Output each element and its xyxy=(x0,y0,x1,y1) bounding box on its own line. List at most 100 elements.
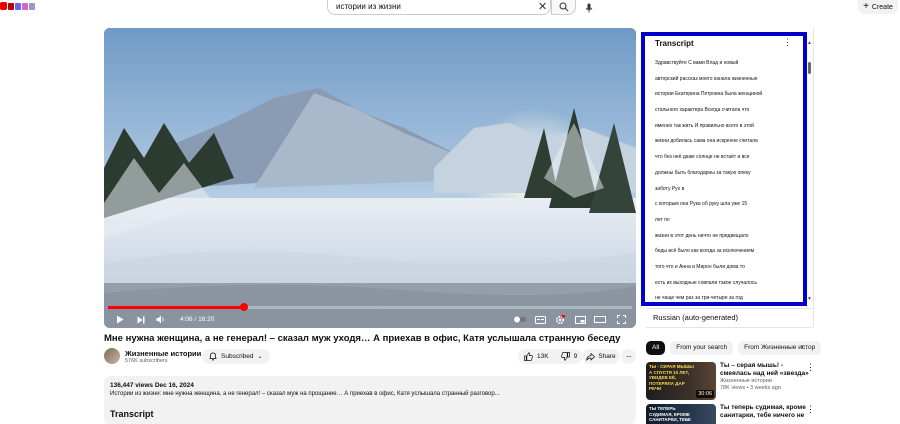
subtitles-icon xyxy=(534,315,546,324)
channel-row: Жизненные истории 576K subscribers Subsc… xyxy=(104,348,636,366)
chip-all[interactable]: All xyxy=(646,341,666,355)
chevron-down-icon: ⌄ xyxy=(257,354,263,360)
bell-icon xyxy=(209,352,217,361)
create-button[interactable]: + Create xyxy=(858,0,898,14)
logo-mark xyxy=(29,2,35,10)
transcript-scrollbar[interactable]: ▲ ▼ xyxy=(807,40,812,302)
settings-button[interactable] xyxy=(550,311,570,328)
video-player[interactable]: 4:06 / 16:20 xyxy=(104,28,636,328)
scrollbar-thumb[interactable] xyxy=(808,62,811,74)
avatar[interactable] xyxy=(104,348,120,364)
transcript-line[interactable]: того что и Анна и Мирон были дома то xyxy=(655,262,795,278)
transcript-line[interactable]: жизни в этот день ничто не предвещало xyxy=(655,231,795,247)
transcript-line[interactable]: должны быть благодарны за такую опеку xyxy=(655,168,795,184)
logo-mark xyxy=(8,2,14,10)
like-dislike-group: 13K 9 xyxy=(518,349,582,364)
recommendation-item[interactable]: Ты теперь судимая, кроме санитарки, тебе… xyxy=(646,404,816,424)
miniplayer-button[interactable] xyxy=(570,311,590,328)
fullscreen-icon xyxy=(616,315,626,324)
video-thumbnail[interactable]: Ты - серая мышь! А спустя 10 лет, увидев… xyxy=(646,362,716,400)
transcript-line[interactable]: Здравствуйте С вами Влад и новый xyxy=(655,58,795,74)
thumbnail-caption: Ты - серая мышь! А спустя 10 лет, увидев… xyxy=(649,364,695,391)
video-thumbnail[interactable]: Ты теперь судимая, кроме санитарки, тебе xyxy=(646,404,716,424)
share-icon xyxy=(586,352,596,361)
fullscreen-button[interactable] xyxy=(610,311,632,328)
duration-badge: 30:06 xyxy=(696,390,714,398)
progress-bar[interactable] xyxy=(108,303,632,311)
voice-search-button[interactable] xyxy=(580,0,597,15)
gear-icon xyxy=(555,314,565,324)
close-icon[interactable]: ✕ xyxy=(538,1,547,13)
more-actions-button[interactable]: ··· xyxy=(621,349,636,364)
play-icon xyxy=(117,315,124,324)
transcript-line[interactable]: не чаще чем раз за три-четыре за год xyxy=(655,293,795,309)
subscribed-label: Subscribed xyxy=(221,353,254,360)
create-label: Create xyxy=(871,3,893,11)
transcript-line[interactable]: беды всё было как всегда за исключением xyxy=(655,246,795,262)
dislike-button[interactable]: 9 xyxy=(555,349,584,364)
play-button[interactable] xyxy=(108,311,132,328)
recommendation-title[interactable]: Ты – серая мышь! - смеялась над ней «зве… xyxy=(720,362,810,378)
transcript-line[interactable]: именно так жить И правильно всего в этой xyxy=(655,121,795,137)
chip-from-search[interactable]: From your search xyxy=(670,341,734,355)
recommendation-meta: 78K views • 3 weeks ago xyxy=(720,385,781,391)
player-controls: 4:06 / 16:20 xyxy=(104,311,636,328)
thumbnail-caption: Ты теперь судимая, кроме санитарки, тебе xyxy=(649,406,692,422)
transcript-line[interactable]: стального характера Всегда считала что xyxy=(655,105,795,121)
scroll-down-icon[interactable]: ▼ xyxy=(807,296,812,302)
time-display: 4:06 / 16:20 xyxy=(180,316,215,323)
more-vertical-icon[interactable]: ⋮ xyxy=(783,37,792,48)
search-icon xyxy=(559,2,568,12)
recommendation-info: Ты теперь судимая, кроме санитарки, тебе… xyxy=(720,404,810,420)
transcript-line[interactable]: истории Екатерина Петровна была женщиной xyxy=(655,89,795,105)
recommendation-channel[interactable]: Жизненные истории xyxy=(720,378,810,385)
channel-name[interactable]: Жизненные истории xyxy=(125,349,201,358)
transcript-line[interactable]: лет по xyxy=(655,215,795,231)
theater-icon xyxy=(594,316,606,323)
more-vertical-icon[interactable]: ⋮ xyxy=(806,404,815,415)
video-title: Мне нужна женщина, а не генерал! – сказа… xyxy=(104,333,621,344)
toggle-icon xyxy=(513,316,527,323)
description-box[interactable]: 136,447 views Dec 16, 2024 Истории из жи… xyxy=(104,376,636,424)
logo-play-icon xyxy=(0,2,7,10)
transcript-lines: Здравствуйте С вами Влад и новый авторски… xyxy=(655,58,795,309)
filter-chips: All From your search From Жизненные исто… xyxy=(646,341,822,355)
search-input[interactable]: истории из жизни xyxy=(327,0,551,15)
subscriber-count: 576K subscribers xyxy=(125,358,168,364)
subscribed-button[interactable]: Subscribed ⌄ xyxy=(202,349,270,364)
share-label: Share xyxy=(598,353,616,360)
transcript-panel: Transcript ⋮ Здравствуйте С вами Влад и … xyxy=(641,32,807,306)
search-button[interactable] xyxy=(551,0,576,15)
transcript-title: Transcript xyxy=(655,39,694,48)
transcript-line[interactable]: с которым она Рука об руку шла уже 15 xyxy=(655,199,795,215)
more-vertical-icon[interactable]: ⋮ xyxy=(806,362,815,373)
mute-button[interactable] xyxy=(150,311,172,328)
youtube-logo[interactable] xyxy=(0,1,40,11)
transcript-line[interactable]: есть их выходные совпали такое случалось xyxy=(655,278,795,294)
like-button[interactable]: 13K xyxy=(518,349,555,364)
logo-mark xyxy=(22,2,28,10)
dislike-count: 9 xyxy=(573,353,578,360)
scroll-up-icon[interactable]: ▲ xyxy=(807,40,812,46)
chip-from-channel[interactable]: From Жизненные истор xyxy=(738,341,822,355)
recommendation-title[interactable]: Ты теперь судимая, кроме санитарки, тебе… xyxy=(720,404,810,420)
next-button[interactable] xyxy=(132,311,150,328)
description-transcript-heading: Transcript xyxy=(110,409,154,419)
subtitles-button[interactable] xyxy=(530,311,550,328)
panel-border xyxy=(813,28,814,328)
plus-icon: + xyxy=(863,1,869,12)
transcript-line[interactable]: авторский рассказ моего канала жизненные xyxy=(655,74,795,90)
transcript-line[interactable]: что без неё даже солнце не встаёт и все xyxy=(655,152,795,168)
video-frame xyxy=(104,28,636,328)
miniplayer-icon xyxy=(574,315,586,324)
transcript-language-selector[interactable]: Russian (auto-generated) xyxy=(646,308,812,328)
theater-button[interactable] xyxy=(590,311,610,328)
recommendation-item[interactable]: Ты - серая мышь! А спустя 10 лет, увидев… xyxy=(646,362,816,400)
description-text: Истории из жизни: мне нужна женщина, а н… xyxy=(110,391,500,397)
transcript-line[interactable]: жизни добилась сама она искренне считала xyxy=(655,136,795,152)
autoplay-toggle[interactable] xyxy=(510,311,530,328)
recommendation-info: Ты – серая мышь! - смеялась над ней «зве… xyxy=(720,362,810,392)
chevron-right-icon[interactable]: › xyxy=(801,342,804,351)
share-button[interactable]: Share xyxy=(582,349,620,364)
transcript-line[interactable]: заботу Рух в xyxy=(655,184,795,200)
